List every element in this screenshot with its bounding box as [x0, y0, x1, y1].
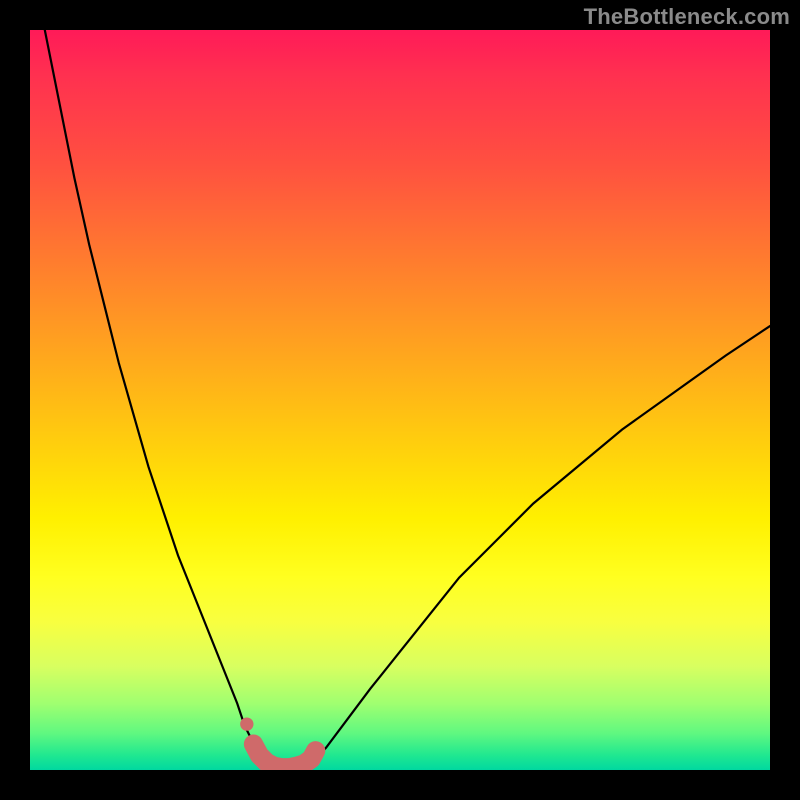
highlight-valley-stroke: [253, 744, 315, 768]
watermark-text: TheBottleneck.com: [584, 4, 790, 30]
plot-area: [30, 30, 770, 770]
chart-overlay: [30, 30, 770, 770]
chart-frame: TheBottleneck.com: [0, 0, 800, 800]
bottleneck-curve: [45, 30, 770, 768]
highlight-dot: [240, 717, 253, 730]
